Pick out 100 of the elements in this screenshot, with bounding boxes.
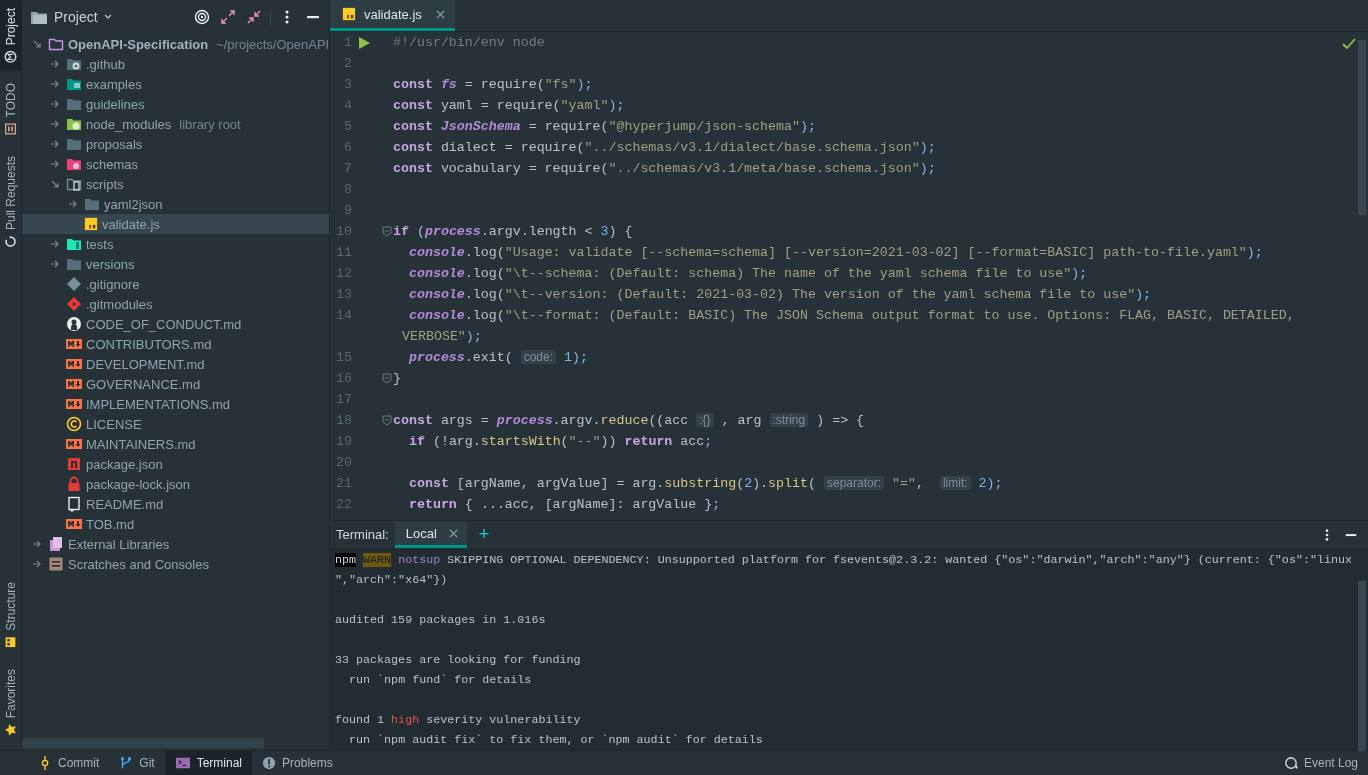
expand-arrow-icon[interactable] — [32, 559, 42, 569]
js-file-icon — [342, 7, 356, 21]
tree-item[interactable]: guidelines — [22, 94, 329, 114]
code-line: } — [393, 371, 401, 386]
markdown-icon — [66, 516, 82, 532]
terminal-line: 33 packages are looking for funding — [335, 652, 581, 669]
code-line: const JsonSchema = require("@hyperjump/json-schema"); — [393, 119, 816, 134]
tree-item[interactable]: CONTRIBUTORS.md — [22, 334, 329, 354]
tree-item[interactable]: validate.js — [22, 214, 329, 234]
expand-arrow-icon[interactable] — [50, 79, 60, 89]
tree-item[interactable]: package-lock.json — [22, 474, 329, 494]
code-line: const fs = require("fs"); — [393, 77, 593, 92]
tool-window-button[interactable]: Terminal — [164, 751, 253, 775]
tree-item[interactable]: LICENSE — [22, 414, 329, 434]
diamond-icon — [66, 276, 82, 292]
expand-arrow-icon[interactable] — [50, 99, 60, 109]
tree-item[interactable]: README.md — [22, 494, 329, 514]
event-log-button[interactable]: Event Log — [1273, 751, 1368, 775]
tree-item[interactable]: versions — [22, 254, 329, 274]
tree-item[interactable]: examples — [22, 74, 329, 94]
expand-arrow-icon[interactable] — [50, 239, 60, 249]
fold-marker-icon[interactable] — [382, 226, 392, 237]
close-icon[interactable] — [435, 9, 445, 19]
tree-item[interactable]: node_modules library root — [22, 114, 329, 134]
expand-arrow-icon[interactable] — [32, 39, 42, 49]
tree-item[interactable]: tests — [22, 234, 329, 254]
folder-icon — [66, 236, 82, 252]
markdown-icon — [66, 356, 82, 372]
close-icon[interactable] — [448, 528, 458, 538]
markdown-icon — [66, 396, 82, 412]
expand-arrow-icon[interactable] — [50, 139, 60, 149]
expand-arrow-icon[interactable] — [50, 119, 60, 129]
target-icon[interactable] — [192, 7, 212, 27]
tree-item[interactable]: Scratches and Consoles — [22, 554, 329, 574]
new-tab-button[interactable]: + — [466, 521, 502, 548]
tree-item[interactable]: GOVERNANCE.md — [22, 374, 329, 394]
tree-item[interactable]: MAINTAINERS.md — [22, 434, 329, 454]
code-line: const [argName, argValue] = arg.substring(2).split( separator: "=", limit: 2); — [407, 476, 1003, 491]
fold-marker-icon[interactable] — [382, 415, 392, 426]
tree-item[interactable]: scripts — [22, 174, 329, 194]
tree-item[interactable]: IMPLEMENTATIONS.md — [22, 394, 329, 414]
code-line: console.log("Usage: validate [--schema=schema] [--version=2021-03-02] [--format=BASIC] path-to-file.yaml"); — [407, 245, 1263, 260]
expand-arrow-icon[interactable] — [32, 539, 42, 549]
expand-arrow-icon[interactable] — [50, 59, 60, 69]
tool-window-tab[interactable]: Structure — [0, 573, 22, 657]
scrollbar[interactable] — [22, 738, 264, 748]
tree-item[interactable]: TOB.md — [22, 514, 329, 534]
tree-item[interactable]: package.json — [22, 454, 329, 474]
branch-icon — [119, 756, 134, 770]
tree-item[interactable]: .gitmodules — [22, 294, 329, 314]
terminal-icon — [174, 756, 191, 770]
expand-arrow-icon[interactable] — [50, 179, 60, 189]
tree-item[interactable]: OpenAPI-Specification ~/projects/OpenAPI — [22, 34, 329, 54]
tree-item[interactable]: .github — [22, 54, 329, 74]
tool-window-tab[interactable]: Project — [0, 0, 22, 72]
tree-item[interactable]: proposals — [22, 134, 329, 154]
expand-arrow-icon[interactable] — [68, 199, 78, 209]
expand-arrow-icon[interactable] — [50, 259, 60, 269]
tree-item[interactable]: .gitignore — [22, 274, 329, 294]
terminal-tab[interactable]: Local — [394, 521, 467, 548]
folder-icon — [66, 56, 82, 72]
code-line: console.log("\t--version: (Default: 2021-03-02) The version of the yaml schema file to use"); — [407, 287, 1152, 302]
tree-item[interactable]: DEVELOPMENT.md — [22, 354, 329, 374]
tool-window-tab[interactable]: Favorites — [0, 660, 22, 744]
expand-arrow-icon[interactable] — [50, 159, 60, 169]
folder-icon — [48, 36, 64, 52]
terminal-line: npm WARN notsup SKIPPING OPTIONAL DEPENDENCY: Unsupported platform for fsevents@2.3.2: wanted {"os":"darwin","arch":"any"} (current: {"os":"linux — [335, 552, 1352, 569]
fold-marker-icon[interactable] — [382, 373, 392, 384]
star-icon — [4, 723, 18, 736]
code-line: return { ...acc, [argName]: argValue }; — [407, 497, 721, 512]
tool-window-button[interactable]: Git — [109, 751, 165, 775]
code-line: if (!arg.startsWith("--")) return acc; — [407, 434, 713, 449]
file-tab[interactable]: validate.js — [330, 0, 455, 31]
pull-request-icon — [4, 234, 18, 248]
checkmark-icon — [1342, 38, 1356, 50]
folder-icon — [66, 96, 82, 112]
tool-window-button[interactable]: Commit — [28, 751, 110, 775]
lock-icon — [66, 476, 82, 492]
tool-window-button[interactable]: Problems — [252, 751, 343, 775]
project-view-dropdown[interactable]: Project — [54, 9, 113, 25]
folder-icon — [66, 156, 82, 172]
tree-item[interactable]: schemas — [22, 154, 329, 174]
diamond-icon — [66, 296, 82, 312]
js-file-icon — [84, 217, 98, 231]
scrollbar[interactable] — [1358, 581, 1366, 751]
terminal-line: ","arch":"x64"}) — [335, 572, 448, 589]
terminal-line: run `npm fund` for details — [348, 672, 532, 689]
tree-item[interactable]: CODE_OF_CONDUCT.md — [22, 314, 329, 334]
code-line: console.log("\t--format: (Default: BASIC) The JSON Schema output format to use. Options: FLAG, BASIC, DETAILED, VERBOSE"); — [401, 308, 1295, 344]
list-icon — [48, 556, 64, 572]
tool-window-tab[interactable]: Pull Requests — [0, 147, 22, 256]
tool-window-tab[interactable]: TODO — [0, 75, 22, 144]
tree-item[interactable]: yaml2json — [22, 194, 329, 214]
tree-item[interactable]: External Libraries — [22, 534, 329, 554]
expand-icon[interactable] — [218, 7, 238, 27]
run-icon[interactable] — [358, 36, 370, 49]
books-icon — [48, 536, 64, 552]
terminal-line: run `npm audit fix` to fix them, or `npm audit` for details — [348, 732, 763, 749]
code-line: const dialect = require("../schemas/v3.1/dialect/base.schema.json"); — [393, 140, 936, 155]
copyright-icon — [66, 416, 82, 432]
